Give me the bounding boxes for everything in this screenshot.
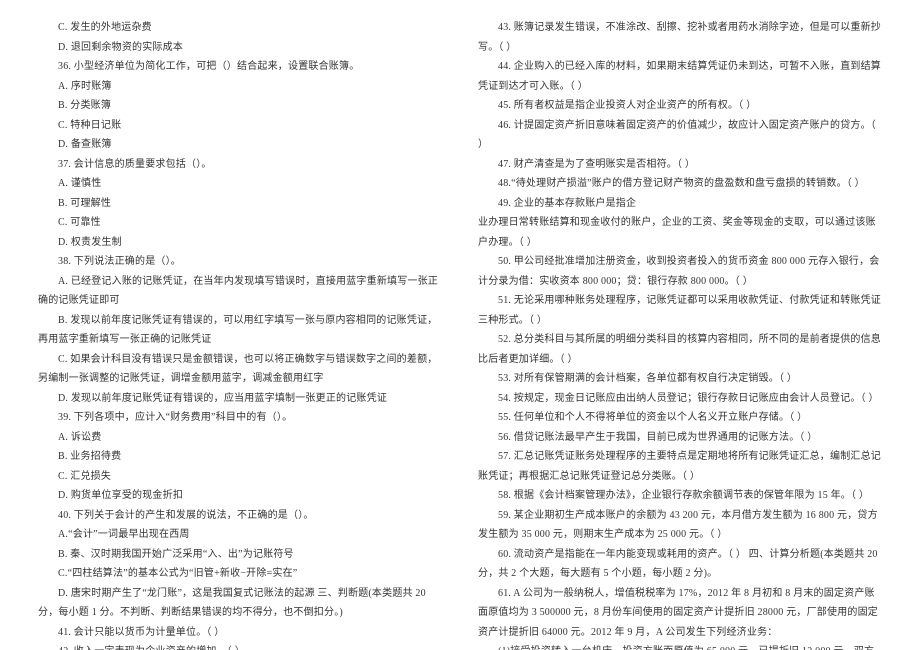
text-line: 49. 企业的基本存款账户是指企 [478,194,882,214]
text-line: A.“会计”一词最早出现在西周 [38,525,442,545]
text-line: 36. 小型经济单位为简化工作，可把（）结合起来，设置联合账簿。 [38,57,442,77]
text-line: A. 已经登记入账的记账凭证，在当年内发现填写错误时，直接用蓝字重新填写一张正确… [38,272,442,311]
text-line: A. 谨慎性 [38,174,442,194]
text-line: B. 发现以前年度记账凭证有错误的，可以用红字填写一张与原内容相同的记账凭证，再… [38,311,442,350]
text-line: 39. 下列各项中，应计入“财务费用”科目中的有（）。 [38,408,442,428]
text-line: 53. 对所有保管期满的会计档案，各单位都有权自行决定销毁。（ ） [478,369,882,389]
text-line: A. 诉讼费 [38,428,442,448]
text-line: 37. 会计信息的质量要求包括（）。 [38,155,442,175]
text-line: B. 可理解性 [38,194,442,214]
text-line: D. 发现以前年度记账凭证有错误的，应当用蓝字填制一张更正的记账凭证 [38,389,442,409]
text-line: C. 汇兑损失 [38,467,442,487]
text-line: 56. 借贷记账法最早产生于我国，目前已成为世界通用的记账方法。（ ） [478,428,882,448]
text-line: 61. A 公司为一般纳税人，增值税税率为 17%，2012 年 8 月初和 8… [478,584,882,643]
text-line: 58. 根据《会计档案管理办法》，企业银行存款余额调节表的保管年限为 15 年。… [478,486,882,506]
text-line: 60. 流动资产是指能在一年内能变现或耗用的资产。（ ） 四、计算分析题(本类题… [478,545,882,584]
document-page: C. 发生的外地运杂费 D. 退回剩余物资的实际成本 36. 小型经济单位为简化… [0,0,920,650]
text-line: D. 唐宋时期产生了“龙门账”，这是我国复式记账法的起源 三、判断题(本类题共 … [38,584,442,623]
text-line: 业办理日常转账结算和现金收付的账户，企业的工资、奖金等现金的支取，可以通过该账户… [478,213,882,252]
right-column: 43. 账簿记录发生错误，不准涂改、刮擦、挖补或者用药水消除字迹，但是可以重新抄… [460,18,892,638]
text-line: 43. 账簿记录发生错误，不准涂改、刮擦、挖补或者用药水消除字迹，但是可以重新抄… [478,18,882,57]
text-line: 38. 下列说法正确的是（）。 [38,252,442,272]
text-line: B. 业务招待费 [38,447,442,467]
text-line: 54. 按规定，现金日记账应由出纳人员登记；银行存款日记账应由会计人员登记。（ … [478,389,882,409]
text-line: C. 特种日记账 [38,116,442,136]
text-line: 46. 计提固定资产折旧意味着固定资产的价值减少，故应计入固定资产账户的贷方。（… [478,116,882,155]
text-line: B. 秦、汉时期我国开始广泛采用“入、出”为记账符号 [38,545,442,565]
text-line: D. 备查账簿 [38,135,442,155]
text-line: C. 发生的外地运杂费 [38,18,442,38]
text-line: 51. 无论采用哪种账务处理程序，记账凭证都可以采用收款凭证、付款凭证和转账凭证… [478,291,882,330]
text-line: 41. 会计只能以货币为计量单位。（ ） [38,623,442,643]
text-line: 55. 任何单位和个人不得将单位的资金以个人名义开立账户存储。（ ） [478,408,882,428]
text-line: 45. 所有者权益是指企业投资人对企业资产的所有权。（ ） [478,96,882,116]
text-line: D. 退回剩余物资的实际成本 [38,38,442,58]
text-line: B. 分类账簿 [38,96,442,116]
text-line: (1)接受投资转入一台机床，投资方账面原值为 65 000 元，已提折旧 12 … [478,642,882,650]
text-line: 48.“待处理财产损溢”账户的借方登记财产物资的盘盈数和盘亏盘损的转销数。（ ） [478,174,882,194]
text-line: 47. 财产清查是为了查明账实是否相符。（ ） [478,155,882,175]
text-line: D. 购货单位享受的现金折扣 [38,486,442,506]
text-line: 57. 汇总记账凭证账务处理程序的主要特点是定期地将所有记账凭证汇总，编制汇总记… [478,447,882,486]
text-line: D. 权责发生制 [38,233,442,253]
text-line: 40. 下列关于会计的产生和发展的说法，不正确的是（）。 [38,506,442,526]
text-line: 50. 甲公司经批准增加注册资金，收到投资者投入的货币资金 800 000 元存… [478,252,882,291]
text-line: 59. 某企业期初生产成本账户的余额为 43 200 元，本月借方发生额为 16… [478,506,882,545]
text-line: A. 序时账簿 [38,77,442,97]
text-line: C.“四柱结算法”的基本公式为“旧管+新收−开除=实在” [38,564,442,584]
text-line: C. 如果会计科目没有错误只是金额错误，也可以将正确数字与错误数字之间的差额，另… [38,350,442,389]
text-line: 44. 企业购入的已经入库的材料，如果期末结算凭证仍未到达，可暂不入账，直到结算… [478,57,882,96]
text-line: 42. 收入一定表现为企业资产的增加。（ ） [38,642,442,650]
left-column: C. 发生的外地运杂费 D. 退回剩余物资的实际成本 36. 小型经济单位为简化… [28,18,460,638]
text-line: 52. 总分类科目与其所属的明细分类科目的核算内容相同，所不同的是前者提供的信息… [478,330,882,369]
text-line: C. 可靠性 [38,213,442,233]
